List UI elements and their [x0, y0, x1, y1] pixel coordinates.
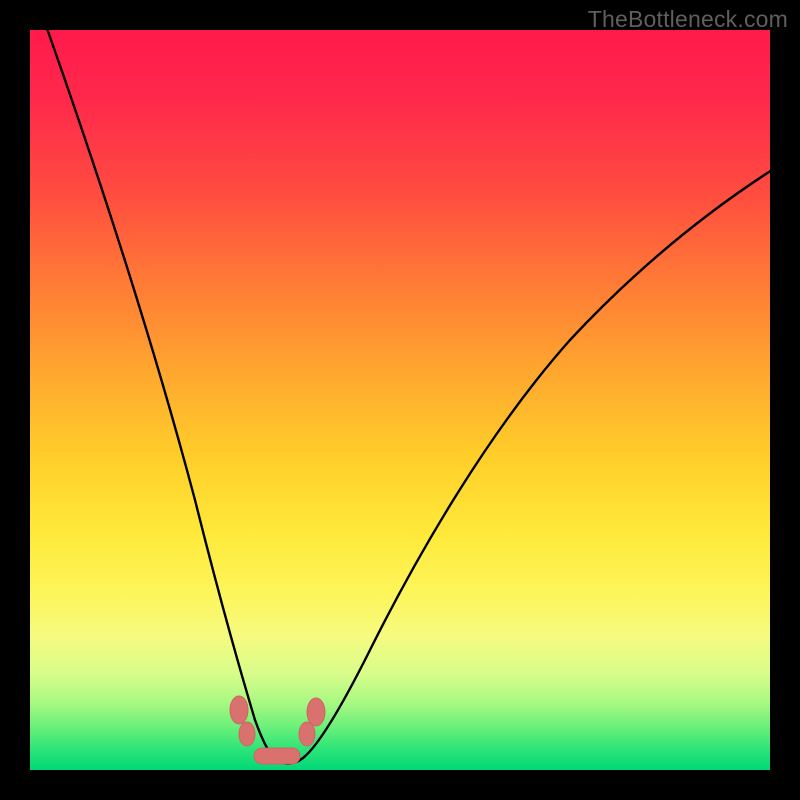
curve-layer: [30, 30, 770, 770]
marker-bar: [254, 748, 300, 764]
chart-stage: TheBottleneck.com: [0, 0, 800, 800]
marker-dot: [230, 696, 248, 724]
marker-dot: [299, 722, 315, 746]
plot-area: [30, 30, 770, 770]
watermark-text: TheBottleneck.com: [588, 6, 788, 33]
marker-dot: [307, 698, 325, 726]
valley-markers: [230, 696, 325, 764]
marker-dot: [239, 722, 255, 746]
bottleneck-curve: [44, 30, 770, 764]
